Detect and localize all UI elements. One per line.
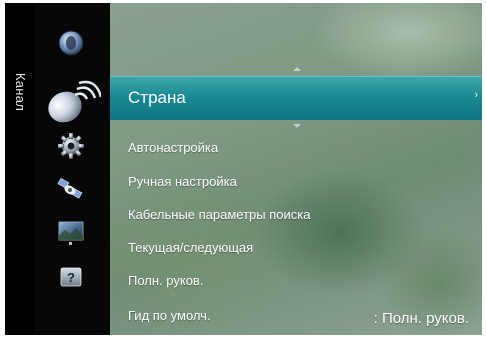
setup-gear-icon[interactable] [51, 128, 91, 164]
menu-item-default-guide[interactable]: Гид по умолч. [128, 308, 211, 323]
menu-item-manual-tune[interactable]: Ручная настройка [128, 174, 237, 189]
media-thumbnail-icon[interactable] [51, 214, 91, 250]
channel-antenna-icon[interactable] [45, 79, 101, 127]
help-icon-glyph: ? [67, 270, 75, 285]
help-icon[interactable]: ? [51, 260, 91, 296]
default-guide-value: : Полн. руков. [373, 310, 469, 327]
satellite-icon[interactable] [51, 171, 91, 207]
category-strip: Канал [5, 3, 35, 335]
menu-item-cable-search[interactable]: Кабельные параметры поиска [128, 207, 310, 222]
category-label: Канал [13, 72, 28, 112]
menu-item-now-next[interactable]: Текущая/следующая [128, 240, 253, 255]
selected-item-label: Страна [128, 88, 186, 107]
menu-item-selected[interactable]: Страна › [110, 76, 482, 120]
main-menu-panel: Страна › Автонастройка Ручная настройка … [110, 3, 482, 335]
icon-column: ? [35, 3, 110, 335]
picture-icon[interactable] [51, 25, 91, 61]
chevron-right-icon: › [474, 89, 478, 101]
tv-screen: Канал ? Страна › Автонастройка Ручная на… [5, 3, 482, 335]
menu-item-autotune[interactable]: Автонастройка [128, 140, 218, 155]
scroll-down-arrow-icon[interactable] [293, 124, 301, 128]
menu-item-full-guide[interactable]: Полн. руков. [128, 273, 203, 288]
scroll-up-arrow-icon[interactable] [293, 67, 301, 71]
